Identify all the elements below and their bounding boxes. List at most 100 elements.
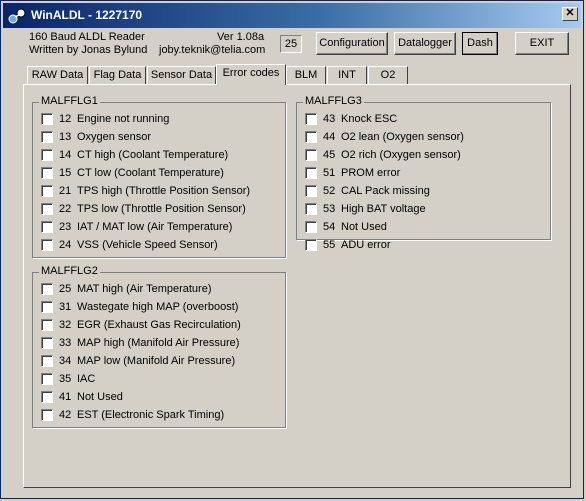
version-label: Ver 1.08a [217,31,265,43]
error-code-label: TPS low (Throttle Position Sensor) [77,203,246,215]
app-window: WinALDL - 1227170 ✕ 160 Baud ALDL Reader… [0,0,584,499]
error-code-number: 43 [323,113,336,125]
error-code-number: 34 [59,355,72,367]
error-checkbox[interactable] [41,113,53,125]
error-code-number: 24 [59,239,72,251]
error-codes-panel: MALFFLG1 12 Engine not running 13 Oxygen se… [23,84,571,488]
error-code-label: IAT / MAT low (Air Temperature) [77,221,233,233]
error-code-label: CT low (Coolant Temperature) [77,167,224,179]
error-code-label: Knock ESC [341,113,398,125]
error-code-number: 12 [59,113,72,125]
error-code-label: MAP low (Manifold Air Pressure) [77,355,236,367]
error-code-label: VSS (Vehicle Speed Sensor) [77,239,218,251]
error-code-label: TPS high (Throttle Position Sensor) [77,185,251,197]
error-code-number: 45 [323,149,336,161]
error-code-label: Oxygen sensor [77,131,151,143]
error-checkbox[interactable] [41,373,53,385]
error-checkbox[interactable] [41,319,53,331]
error-code-number: 13 [59,131,72,143]
tab-error-codes[interactable]: Error codes [216,64,286,85]
error-checkbox[interactable] [305,221,317,233]
error-code-label: IAC [77,373,96,385]
close-button[interactable]: ✕ [562,7,578,21]
error-checkbox[interactable] [41,301,53,313]
error-code-number: 52 [323,185,336,197]
error-checkbox[interactable] [305,203,317,215]
datalogger-button[interactable]: Datalogger [394,32,456,55]
window-title: WinALDL - 1227170 [31,8,143,22]
error-code-label: O2 rich (Oxygen sensor) [341,149,461,161]
error-checkbox[interactable] [305,113,317,125]
error-code-label: EST (Electronic Spark Timing) [77,409,225,421]
tab-flag-data[interactable]: Flag Data [89,66,146,84]
tab-o2[interactable]: O2 [368,66,408,84]
malfflg2-group: MALFFLG2 25 MAT high (Air Temperature) 31 W… [32,265,286,428]
error-code-label: CAL Pack missing [341,185,430,197]
error-code-number: 54 [323,221,336,233]
error-checkbox[interactable] [41,131,53,143]
error-checkbox[interactable] [41,239,53,251]
exit-button[interactable]: EXIT [515,32,569,55]
configuration-button[interactable]: Configuration [316,32,388,55]
app-name: 160 Baud ALDL Reader [29,31,145,43]
group-title: MALFFLG3 [303,95,364,107]
error-code-number: 25 [59,283,72,295]
error-checkbox[interactable] [41,409,53,421]
error-checkbox[interactable] [41,185,53,197]
error-checkbox[interactable] [41,149,53,161]
error-code-label: MAP high (Manifold Air Pressure) [77,337,240,349]
error-code-label: PROM error [341,167,401,179]
error-code-number: 42 [59,409,72,421]
error-checkbox[interactable] [41,337,53,349]
error-code-number: 22 [59,203,72,215]
error-checkbox[interactable] [41,283,53,295]
error-code-number: 14 [59,149,72,161]
dash-button[interactable]: Dash [462,32,498,55]
error-code-number: 35 [59,373,72,385]
error-checkbox[interactable] [305,185,317,197]
error-checkbox[interactable] [305,149,317,161]
error-code-number: 44 [323,131,336,143]
close-icon: ✕ [565,7,575,19]
error-code-number: 23 [59,221,72,233]
error-checkbox[interactable] [41,355,53,367]
tab-sensor-data[interactable]: Sensor Data [147,66,216,84]
error-code-label: Not Used [341,221,387,233]
error-code-label: EGR (Exhaust Gas Recirculation) [77,319,241,331]
author-label: Written by Jonas Bylund [29,44,148,56]
error-code-number: 15 [59,167,72,179]
error-code-number: 32 [59,319,72,331]
error-code-number: 53 [323,203,336,215]
tab-int[interactable]: INT [327,66,367,84]
group-title: MALFFLG1 [39,95,100,107]
error-code-label: O2 lean (Oxygen sensor) [341,131,464,143]
error-code-number: 55 [323,239,336,251]
error-checkbox[interactable] [305,131,317,143]
error-checkbox[interactable] [305,167,317,179]
error-checkbox[interactable] [41,167,53,179]
error-code-number: 51 [323,167,336,179]
counter-display: 25 [280,35,302,53]
email-label: joby.teknik@telia.com [159,44,266,56]
error-code-label: Not Used [77,391,123,403]
error-checkbox[interactable] [41,203,53,215]
app-icon [8,8,26,24]
error-code-label: High BAT voltage [341,203,426,215]
error-code-label: Engine not running [77,113,170,125]
malfflg1-group: MALFFLG1 12 Engine not running 13 Oxygen se… [32,95,286,258]
error-code-number: 33 [59,337,72,349]
error-checkbox[interactable] [41,221,53,233]
error-code-label: ADU error [341,239,391,251]
error-code-number: 31 [59,301,72,313]
title-bar[interactable]: WinALDL - 1227170 ✕ [3,3,581,28]
group-title: MALFFLG2 [39,265,100,277]
error-checkbox[interactable] [41,391,53,403]
tab-blm[interactable]: BLM [286,66,326,84]
malfflg3-group: MALFFLG3 43 Knock ESC 44 O2 lean (Oxygen se… [296,95,551,251]
error-code-label: Wastegate high MAP (overboost) [77,301,239,313]
error-code-number: 41 [59,391,72,403]
error-code-label: CT high (Coolant Temperature) [77,149,229,161]
error-code-number: 21 [59,185,72,197]
error-checkbox[interactable] [305,239,317,251]
tab-raw-data[interactable]: RAW Data [27,66,88,84]
